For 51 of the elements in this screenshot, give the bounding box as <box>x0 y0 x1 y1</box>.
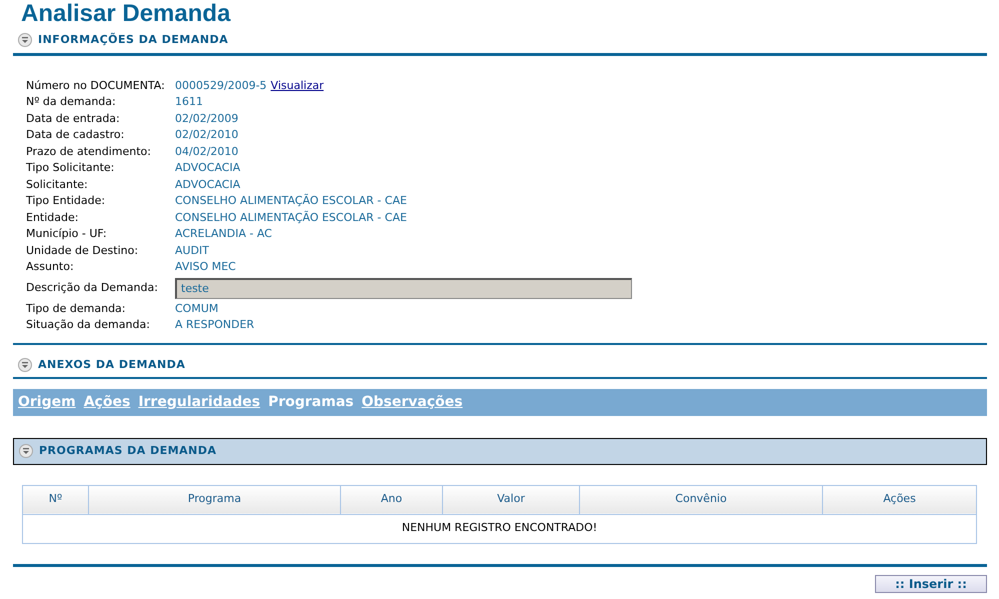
field-value: 02/02/2009 <box>175 110 238 126</box>
empty-message: NENHUM REGISTRO ENCONTRADO! <box>22 514 976 543</box>
field-label: Assunto: <box>26 259 75 275</box>
field-label: Situação da demanda: <box>26 317 151 333</box>
field-value: 04/02/2010 <box>175 144 238 160</box>
insert-button[interactable]: :: Inserir :: <box>875 574 987 592</box>
field-value: AUDIT <box>175 242 210 258</box>
field-value: COMUM <box>175 300 218 316</box>
field-label: Tipo de demanda: <box>26 300 126 316</box>
field-value: ADVOCACIA <box>175 176 240 192</box>
field-value: ADVOCACIA <box>175 160 240 176</box>
field-label: Descrição da Demanda: <box>26 280 159 296</box>
tab[interactable]: Origem <box>18 392 76 413</box>
column-header: Ano <box>340 485 442 514</box>
field-value: AVISO MEC <box>175 259 236 275</box>
column-header: Valor <box>442 485 580 514</box>
collapse-icon[interactable] <box>18 358 32 372</box>
tab[interactable]: Ações <box>84 392 130 413</box>
description-field[interactable]: teste <box>175 278 632 298</box>
field-value: A RESPONDER <box>175 317 254 333</box>
field-label: Entidade: <box>26 210 80 226</box>
column-header: Convênio <box>580 485 822 514</box>
field-label: Tipo Solicitante: <box>26 160 116 176</box>
field-label: Solicitante: <box>26 176 89 192</box>
field-label: Número no DOCUMENTA: <box>26 78 166 94</box>
tab[interactable]: Observações <box>362 392 463 413</box>
field-label: Tipo Entidade: <box>26 193 106 209</box>
field-label: Unidade de Destino: <box>26 242 140 258</box>
field-value: 0000529/2009-5 <box>175 78 267 94</box>
field-label: Data de entrada: <box>26 110 121 126</box>
field-value: 1611 <box>175 94 203 110</box>
column-header: Nº <box>22 485 88 514</box>
tab[interactable]: Irregularidades <box>138 392 260 413</box>
field-label: Nº da demanda: <box>26 94 117 110</box>
view-link[interactable]: Visualizar <box>270 78 324 94</box>
column-header: Ações <box>822 485 976 514</box>
field-value: CONSELHO ALIMENTAÇÃO ESCOLAR - CAE <box>175 193 407 209</box>
section-title: PROGRAMAS DA DEMANDA <box>39 443 217 459</box>
section-title: INFORMAÇÕES DA DEMANDA <box>38 32 228 48</box>
field-label: Município - UF: <box>26 226 108 242</box>
field-label: Prazo de atendimento: <box>26 144 152 160</box>
section-title: ANEXOS DA DEMANDA <box>38 356 186 372</box>
field-value: 02/02/2010 <box>175 127 238 143</box>
collapse-icon[interactable] <box>18 33 32 48</box>
page-title: Analisar Demanda <box>20 0 232 28</box>
collapse-icon[interactable] <box>19 444 33 458</box>
field-value: CONSELHO ALIMENTAÇÃO ESCOLAR - CAE <box>175 210 407 226</box>
column-header: Programa <box>88 485 340 514</box>
field-label: Data de cadastro: <box>26 127 126 143</box>
tab[interactable]: Programas <box>268 392 354 413</box>
field-value: ACRELANDIA - AC <box>175 226 272 242</box>
